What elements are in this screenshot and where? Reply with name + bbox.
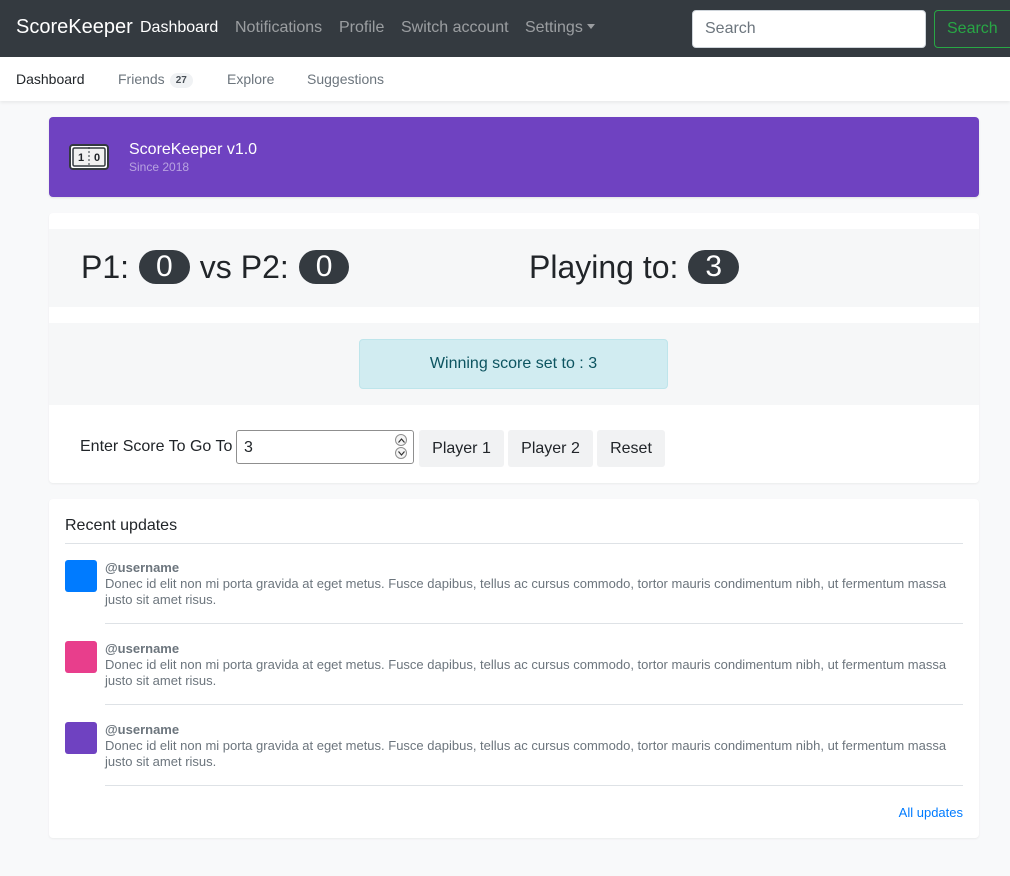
player2-button[interactable]: Player 2: [508, 430, 593, 467]
update-text: Donec id elit non mi porta gravida at eg…: [105, 657, 947, 688]
update-username[interactable]: @username: [105, 641, 179, 656]
update-text: Donec id elit non mi porta gravida at eg…: [105, 576, 947, 607]
chevron-down-icon: [586, 24, 595, 30]
top-navbar: ScoreKeeper Dashboard Notifications Prof…: [0, 0, 1010, 57]
logo-right-digit: 0: [94, 152, 100, 164]
score-row: P1: 0 vs P2: 0 Playing to: 3: [49, 229, 979, 307]
subnav-friends-label: Friends: [118, 71, 165, 87]
players-score-display: P1: 0 vs P2: 0: [81, 248, 359, 286]
score-input-label: Enter Score To Go To: [80, 438, 233, 455]
avatar: [65, 641, 97, 673]
subnav-suggestions[interactable]: Suggestions: [307, 71, 384, 87]
alert-row: Winning score set to : 3: [49, 323, 979, 405]
increment-icon[interactable]: [395, 434, 407, 446]
nav-notifications[interactable]: Notifications: [235, 19, 322, 37]
decrement-icon[interactable]: [395, 447, 407, 459]
search-input[interactable]: [692, 10, 926, 48]
brand-name[interactable]: ScoreKeeper: [16, 16, 133, 39]
playing-to-badge: 3: [688, 250, 740, 284]
sub-navbar: Dashboard Friends 27 Explore Suggestions: [0, 57, 1010, 101]
friends-count-badge: 27: [169, 72, 193, 88]
nav-switch-account[interactable]: Switch account: [401, 19, 509, 37]
avatar: [65, 722, 97, 754]
banner-title: ScoreKeeper v1.0: [129, 141, 258, 158]
winning-score-alert: Winning score set to : 3: [359, 339, 668, 389]
subnav-friends[interactable]: Friends 27: [118, 71, 193, 88]
app-banner: 1 0 ScoreKeeper v1.0 Since 2018: [49, 117, 979, 197]
p1-label: P1:: [81, 248, 130, 285]
nav-settings-label: Settings: [525, 19, 583, 36]
update-text: Donec id elit non mi porta gravida at eg…: [105, 738, 947, 769]
all-updates-link[interactable]: All updates: [899, 805, 963, 820]
vs-label: vs: [199, 248, 232, 285]
update-username[interactable]: @username: [105, 722, 179, 737]
reset-button[interactable]: Reset: [597, 430, 665, 467]
winning-score-value: 3: [244, 439, 253, 456]
avatar: [65, 560, 97, 592]
score-card: P1: 0 vs P2: 0 Playing to: 3 Winning sco…: [49, 213, 979, 483]
nav-dashboard[interactable]: Dashboard: [140, 19, 218, 37]
nav-profile[interactable]: Profile: [339, 19, 384, 37]
updates-title: Recent updates: [65, 517, 178, 534]
update-item: @username Donec id elit non mi porta gra…: [65, 705, 963, 786]
playing-to-label: Playing to:: [529, 248, 679, 285]
update-divider: [105, 785, 963, 786]
p2-label: P2:: [240, 248, 289, 285]
player1-button[interactable]: Player 1: [419, 430, 504, 467]
update-item: @username Donec id elit non mi porta gra…: [65, 543, 963, 624]
scoreboard-logo-icon: 1 0: [69, 144, 109, 170]
subnav-explore[interactable]: Explore: [227, 71, 274, 87]
banner-subtitle: Since 2018: [129, 160, 190, 174]
controls-row: Enter Score To Go To 3 Player 1 Player 2…: [49, 419, 979, 469]
nav-settings-dropdown[interactable]: Settings: [525, 19, 595, 37]
search-button[interactable]: Search: [934, 10, 1010, 48]
logo-left-digit: 1: [78, 152, 84, 164]
p2-score-badge: 0: [298, 250, 350, 284]
winning-score-input[interactable]: 3: [236, 430, 414, 464]
playing-to-display: Playing to: 3: [529, 248, 749, 286]
recent-updates-card: Recent updates @username Donec id elit n…: [49, 499, 979, 838]
update-username[interactable]: @username: [105, 560, 179, 575]
update-item: @username Donec id elit non mi porta gra…: [65, 624, 963, 705]
p1-score-badge: 0: [139, 250, 190, 284]
subnav-dashboard[interactable]: Dashboard: [16, 71, 85, 87]
